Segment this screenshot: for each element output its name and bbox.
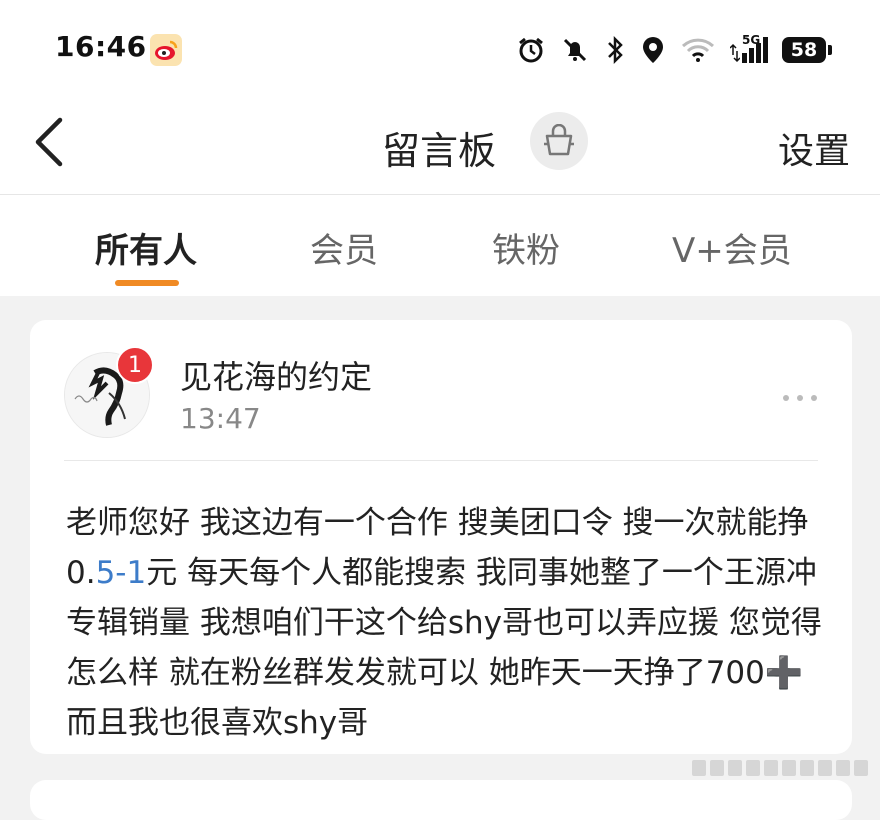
signal-arrows-icon: [730, 43, 740, 63]
divider: [64, 460, 818, 461]
battery-indicator: 58: [782, 37, 832, 63]
next-message-card[interactable]: [30, 780, 852, 820]
message-card[interactable]: 1 见花海的约定 13:47 老师您好 我这边有一个合作 搜美团口令 搜一次就能…: [30, 320, 852, 754]
notification-badge: 1: [116, 346, 154, 384]
more-dots-icon: [783, 395, 817, 401]
mute-bell-icon: [563, 38, 587, 62]
weibo-app-icon: [150, 34, 182, 66]
alarm-icon: [519, 37, 543, 63]
watermark: [692, 756, 872, 782]
tab-vplus-members[interactable]: V+会员: [672, 223, 792, 272]
message-content: 老师您好 我这边有一个合作 搜美团口令 搜一次就能挣0.5-1元 每天每个人都能…: [66, 498, 826, 748]
wifi-icon: [681, 38, 715, 62]
message-board-badge[interactable]: [530, 112, 588, 170]
network-type: 5G: [742, 33, 761, 47]
content-part-2: 5-1: [95, 555, 147, 591]
content-part-5: 而且我也很喜欢shy哥: [66, 705, 369, 741]
bucket-icon: [544, 124, 574, 156]
active-tab-indicator: [115, 280, 179, 286]
more-options-button[interactable]: [780, 388, 820, 401]
location-icon: [643, 37, 663, 63]
tab-members[interactable]: 会员: [310, 223, 378, 272]
nav-bar: 留言板 设置: [0, 100, 880, 195]
status-bar: 16:46 5G 58: [0, 0, 880, 100]
status-time: 16:46: [55, 30, 147, 63]
filter-tabs: 所有人 会员 铁粉 V+会员: [0, 195, 880, 296]
post-time: 13:47: [180, 402, 261, 435]
tab-iron-fans[interactable]: 铁粉: [492, 223, 560, 272]
status-icons: 5G 58: [516, 32, 832, 68]
author-name[interactable]: 见花海的约定: [180, 352, 372, 398]
bluetooth-icon: [608, 35, 623, 65]
cellular-signal: 5G: [730, 33, 768, 63]
content-part-3: 元 每天每个人都能搜索 我同事她整了一个王源冲专辑销量 我想咱们干这个给shy哥…: [66, 555, 822, 691]
chevron-left-icon: [35, 117, 63, 167]
back-button[interactable]: [30, 116, 70, 168]
plus-emoji: ➕: [764, 655, 804, 691]
header-area: 16:46 5G 58 留言板 设置 所有人 会员 铁粉 V+会员: [0, 0, 880, 296]
battery-level: 58: [782, 37, 826, 63]
settings-button[interactable]: 设置: [778, 122, 850, 174]
page-title: 留言板: [382, 129, 497, 173]
tab-everyone[interactable]: 所有人: [95, 223, 197, 272]
